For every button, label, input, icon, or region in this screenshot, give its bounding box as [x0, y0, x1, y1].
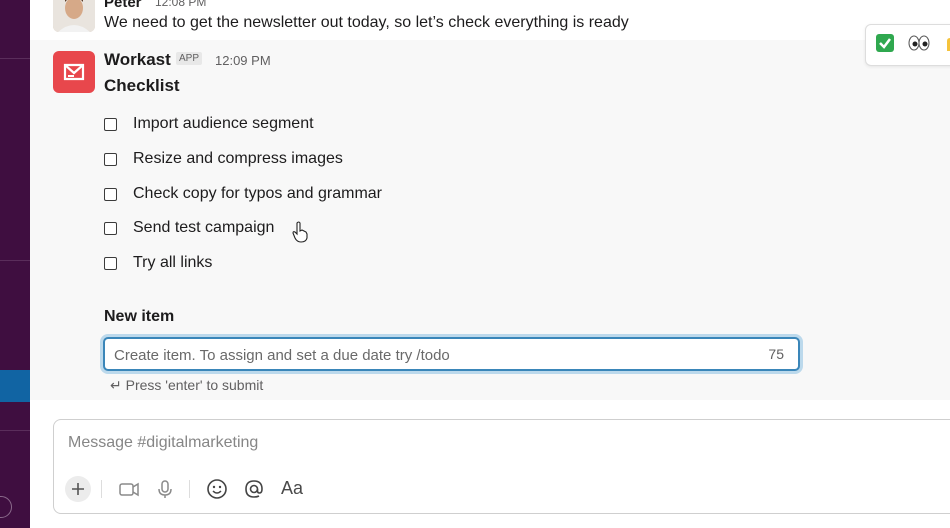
format-button[interactable]: Aa: [281, 478, 303, 499]
checkbox[interactable]: [104, 153, 117, 166]
workspace-sidebar: [0, 0, 30, 528]
mention-icon[interactable]: [241, 476, 267, 502]
raised-hand-icon[interactable]: [942, 33, 950, 55]
avatar[interactable]: [53, 0, 95, 32]
sidebar-help-icon[interactable]: [0, 496, 12, 518]
new-item-field[interactable]: 75: [103, 337, 800, 371]
white-check-mark-icon[interactable]: [874, 33, 896, 55]
hand-pointer-cursor-icon: [292, 221, 308, 243]
toolbar-divider: [101, 480, 102, 498]
checklist-title: Checklist: [104, 76, 180, 95]
microphone-icon[interactable]: [152, 476, 178, 502]
workast-logo-icon: [63, 63, 85, 81]
sidebar-divider: [0, 430, 30, 431]
emoji-icon[interactable]: [204, 476, 230, 502]
message-timestamp[interactable]: 12:09 PM: [215, 53, 271, 68]
checklist-item-label: Send test campaign: [133, 219, 275, 236]
eyes-icon[interactable]: [908, 33, 930, 55]
checklist-item-label: Check copy for typos and grammar: [133, 185, 382, 202]
app-badge: APP: [176, 52, 203, 65]
user-photo-icon: [53, 0, 95, 32]
message-input[interactable]: [68, 432, 668, 454]
video-icon[interactable]: [116, 476, 142, 502]
message-author[interactable]: Workast: [104, 50, 171, 70]
checkbox[interactable]: [104, 257, 117, 270]
new-item-label: New item: [104, 308, 175, 325]
plus-icon[interactable]: [65, 476, 91, 502]
workast-logo[interactable]: [53, 51, 95, 93]
checklist-item-label: Import audience segment: [133, 115, 314, 132]
checkbox[interactable]: [104, 118, 117, 131]
character-counter: 75: [768, 346, 784, 362]
sidebar-divider: [0, 58, 30, 59]
message-timestamp[interactable]: 12:08 PM: [155, 0, 206, 9]
new-item-input[interactable]: [114, 345, 714, 365]
checklist-item-label: Try all links: [133, 254, 213, 271]
message-author[interactable]: Peter: [104, 0, 142, 11]
message-text: We need to get the newsletter out today,…: [104, 14, 629, 31]
checkbox[interactable]: [104, 188, 117, 201]
sidebar-item-active[interactable]: [0, 370, 30, 402]
toolbar-divider: [189, 480, 190, 498]
checklist-item-label: Resize and compress images: [133, 150, 343, 167]
submit-hint: ↵ Press 'enter' to submit: [110, 377, 264, 393]
reaction-toolbar: [865, 24, 950, 66]
checkbox[interactable]: [104, 222, 117, 235]
sidebar-divider: [0, 260, 30, 261]
message-composer: Aa: [53, 419, 950, 514]
